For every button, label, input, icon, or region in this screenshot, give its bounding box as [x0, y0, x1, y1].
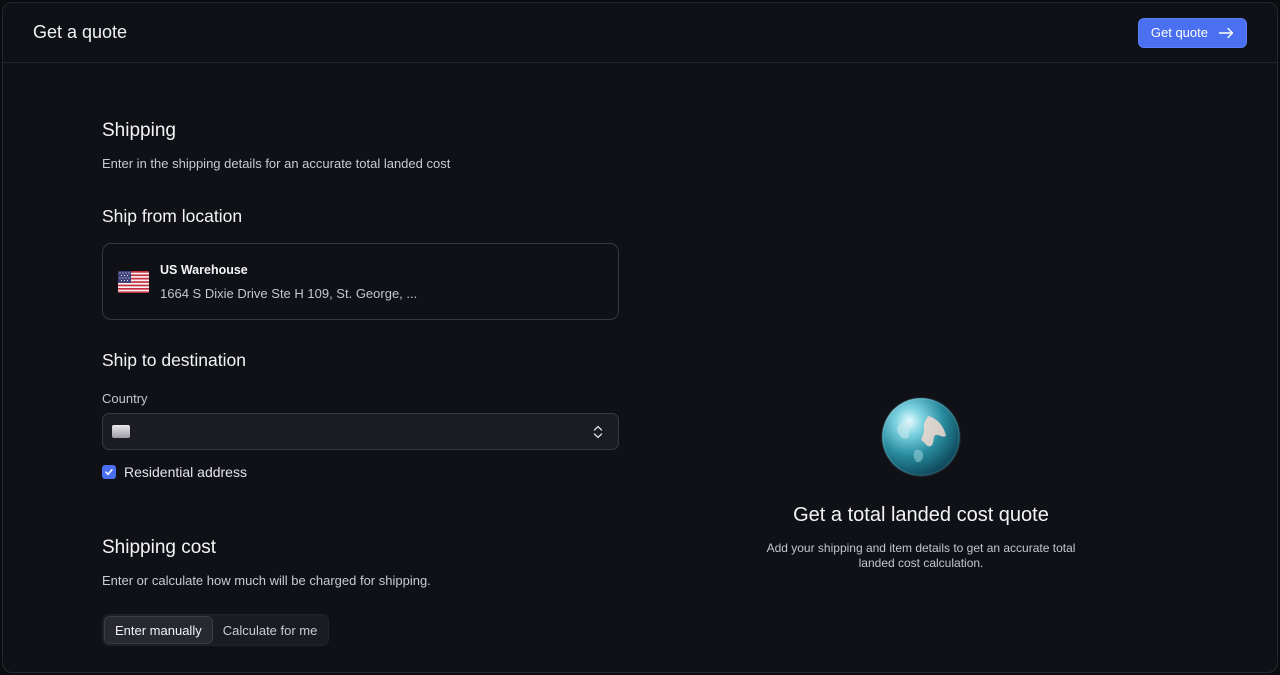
ship-from-details: US Warehouse 1664 S Dixie Drive Ste H 10… [160, 263, 417, 301]
country-label: Country [102, 391, 148, 406]
ship-to-title: Ship to destination [102, 350, 246, 370]
country-flag-icon [112, 425, 130, 438]
residential-checkbox[interactable] [102, 465, 116, 479]
residential-address-row[interactable]: Residential address [102, 464, 247, 480]
shipping-title: Shipping [102, 120, 176, 141]
shipping-cost-toggle: Enter manually Calculate for me [102, 614, 330, 646]
page-title: Get a quote [33, 22, 128, 42]
shipping-cost-title: Shipping cost [102, 537, 217, 558]
header: Get a quote Get quote [3, 3, 1277, 63]
checkmark-icon [105, 469, 113, 476]
enter-manually-option[interactable]: Enter manually [104, 616, 213, 644]
get-quote-label: Get quote [1150, 25, 1208, 40]
country-select[interactable] [102, 413, 619, 450]
us-flag-icon [118, 270, 149, 293]
empty-state: Get a total landed cost quote Add your s… [743, 398, 1099, 571]
empty-state-description: Add your shipping and item details to ge… [766, 541, 1076, 570]
calculate-for-me-option[interactable]: Calculate for me [213, 616, 328, 644]
get-quote-button[interactable]: Get quote [1137, 17, 1247, 48]
chevron-up-down-icon [593, 425, 603, 438]
shipping-cost-subtitle: Enter or calculate how much will be char… [102, 573, 431, 588]
globe-icon [882, 398, 960, 476]
empty-state-title: Get a total landed cost quote [793, 504, 1049, 526]
arrow-right-icon [1218, 27, 1234, 38]
residential-label: Residential address [124, 464, 247, 480]
ship-from-title: Ship from location [102, 206, 243, 226]
location-name: US Warehouse [160, 262, 248, 277]
shipping-subtitle: Enter in the shipping details for an acc… [102, 156, 451, 171]
ship-from-card[interactable]: US Warehouse 1664 S Dixie Drive Ste H 10… [102, 243, 619, 320]
location-address: 1664 S Dixie Drive Ste H 109, St. George… [160, 285, 418, 301]
main-content: Shipping Enter in the shipping details f… [3, 63, 1277, 672]
quote-window: Get a quote Get quote Shipping Enter in … [2, 2, 1278, 673]
